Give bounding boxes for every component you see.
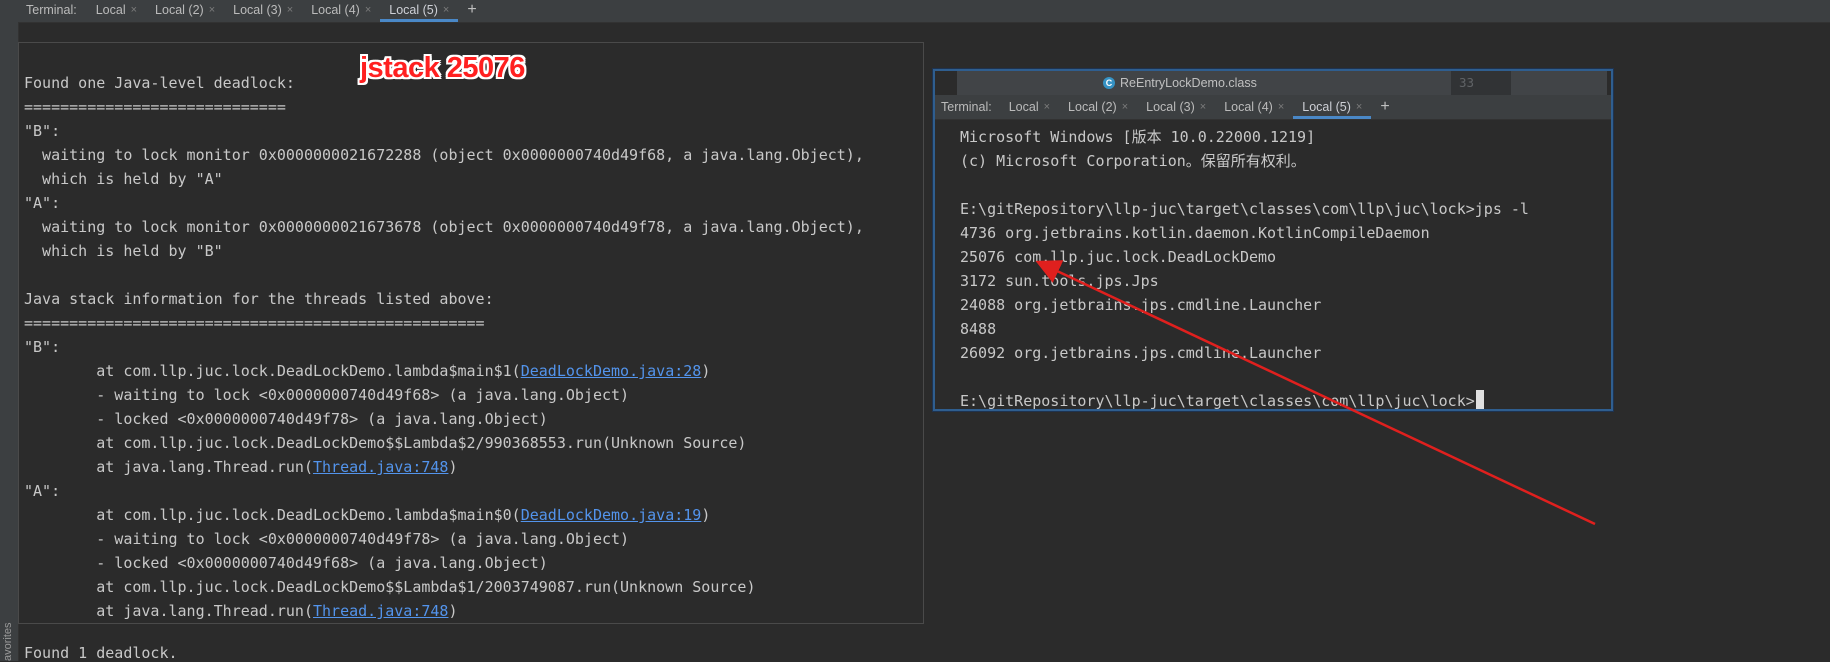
line-text: ) <box>448 602 458 620</box>
tab-local-3[interactable]: Local (3) × <box>1137 100 1215 119</box>
tab-label: Local (3) <box>1146 100 1195 114</box>
terminal-prompt-line[interactable]: E:\gitRepository\llp-juc\target\classes\… <box>960 389 1529 410</box>
file-tab-label: ReEntryLockDemo.class <box>1120 76 1257 90</box>
terminal-line: waiting to lock monitor 0x00000000216722… <box>24 146 864 164</box>
favorites-tool-label[interactable]: avorites <box>2 620 16 661</box>
inset-terminal-screenshot: C ReEntryLockDemo.class 33 Terminal: Loc… <box>933 69 1613 411</box>
inset-terminal-output[interactable]: Microsoft Windows [版本 10.0.22000.1219] (… <box>960 125 1529 410</box>
terminal-line: Java stack information for the threads l… <box>24 290 494 308</box>
left-tool-strip <box>0 22 19 661</box>
tab-label: Local (4) <box>311 3 360 17</box>
tab-label: Local (2) <box>155 3 204 17</box>
terminal-line: "A": <box>24 482 61 500</box>
terminal-line: at com.llp.juc.lock.DeadLockDemo.lambda$… <box>24 503 864 527</box>
tab-local-5[interactable]: Local (5) × <box>380 3 459 22</box>
source-link[interactable]: DeadLockDemo.java:28 <box>521 362 702 380</box>
tab-label: Local (5) <box>389 3 438 17</box>
terminal-line: "A": <box>24 194 61 212</box>
terminal-line: "B": <box>24 338 61 356</box>
close-icon[interactable]: × <box>287 4 293 16</box>
terminal-line: at java.lang.Thread.run(Thread.java:748) <box>24 455 864 479</box>
close-icon[interactable]: × <box>1356 101 1362 113</box>
tab-label: Local <box>1008 100 1039 114</box>
close-icon[interactable]: × <box>365 4 371 16</box>
tab-local-4[interactable]: Local (4) × <box>1215 100 1293 119</box>
tab-local-3[interactable]: Local (3) × <box>224 3 302 22</box>
tab-local[interactable]: Local × <box>1000 100 1059 119</box>
add-tab-icon[interactable]: + <box>458 1 485 22</box>
inset-terminal-tabbar: Terminal: Local × Local (2) × Local (3) × L… <box>935 95 1611 120</box>
tab-label: Local (3) <box>233 3 282 17</box>
line-text: at com.llp.juc.lock.DeadLockDemo.lambda$… <box>24 362 521 380</box>
terminal-line: - locked <0x0000000740d49f68> (a java.la… <box>24 554 548 572</box>
terminal-line: ============================= <box>24 98 286 116</box>
terminal-line: at com.llp.juc.lock.DeadLockDemo.lambda$… <box>24 359 864 383</box>
terminal-line: 4736 org.jetbrains.kotlin.daemon.KotlinC… <box>960 224 1430 242</box>
annotation-label: jstack 25076 <box>360 52 525 84</box>
line-text: at java.lang.Thread.run( <box>24 458 313 476</box>
terminal-line: - waiting to lock <0x0000000740d49f68> (… <box>24 386 630 404</box>
line-text: at com.llp.juc.lock.DeadLockDemo.lambda$… <box>24 506 521 524</box>
terminal-line: ========================================… <box>24 314 485 332</box>
terminal-label: Terminal: <box>26 3 77 17</box>
line-text: at java.lang.Thread.run( <box>24 602 313 620</box>
close-icon[interactable]: × <box>1278 101 1284 113</box>
tab-local-5[interactable]: Local (5) × <box>1293 100 1372 119</box>
terminal-line: "B": <box>24 122 61 140</box>
class-file-icon: C <box>1103 77 1115 89</box>
tab-label: Local (5) <box>1302 100 1351 114</box>
terminal-line: (c) Microsoft Corporation。保留所有权利。 <box>960 152 1306 170</box>
tab-local-2[interactable]: Local (2) × <box>146 3 224 22</box>
source-link[interactable]: Thread.java:748 <box>313 602 448 620</box>
line-text: ) <box>701 506 711 524</box>
line-text: ) <box>701 362 711 380</box>
terminal-line: 8488 <box>960 320 997 338</box>
add-tab-icon[interactable]: + <box>1371 98 1398 119</box>
terminal-tabbar: Terminal: Local × Local (2) × Local (3) × L… <box>0 0 1830 23</box>
line-number: 33 <box>1451 71 1511 95</box>
line-text: ) <box>448 458 458 476</box>
terminal-line: waiting to lock monitor 0x00000000216736… <box>24 218 864 236</box>
terminal-line: 3172 sun.tools.jps.Jps <box>960 272 1159 290</box>
terminal-output[interactable]: Found one Java-level deadlock: =========… <box>18 42 924 624</box>
terminal-line: E:\gitRepository\llp-juc\target\classes\… <box>960 200 1529 218</box>
terminal-line: which is held by "A" <box>24 170 223 188</box>
terminal-line: Microsoft Windows [版本 10.0.22000.1219] <box>960 128 1316 146</box>
terminal-line: which is held by "B" <box>24 242 223 260</box>
close-icon[interactable]: × <box>443 4 449 16</box>
terminal-line: 26092 org.jetbrains.jps.cmdline.Launcher <box>960 344 1322 362</box>
terminal-line: at com.llp.juc.lock.DeadLockDemo$$Lambda… <box>24 578 756 596</box>
close-icon[interactable]: × <box>209 4 215 16</box>
terminal-line: - locked <0x0000000740d49f78> (a java.la… <box>24 410 548 428</box>
close-icon[interactable]: × <box>1200 101 1206 113</box>
editor-file-tab: C ReEntryLockDemo.class 33 <box>957 71 1607 95</box>
terminal-line: Found 1 deadlock. <box>24 644 178 662</box>
close-icon[interactable]: × <box>131 4 137 16</box>
tab-label: Local <box>95 3 126 17</box>
close-icon[interactable]: × <box>1122 101 1128 113</box>
prompt-text: E:\gitRepository\llp-juc\target\classes\… <box>960 392 1475 410</box>
terminal-line: 24088 org.jetbrains.jps.cmdline.Launcher <box>960 296 1322 314</box>
tab-label: Local (2) <box>1068 100 1117 114</box>
tab-local-4[interactable]: Local (4) × <box>302 3 380 22</box>
terminal-label: Terminal: <box>941 100 992 114</box>
tab-label: Local (4) <box>1224 100 1273 114</box>
terminal-line: 25076 com.llp.juc.lock.DeadLockDemo <box>960 248 1277 266</box>
terminal-line: at com.llp.juc.lock.DeadLockDemo$$Lambda… <box>24 434 747 452</box>
source-link[interactable]: Thread.java:748 <box>313 458 448 476</box>
source-link[interactable]: DeadLockDemo.java:19 <box>521 506 702 524</box>
terminal-line: - waiting to lock <0x0000000740d49f78> (… <box>24 530 630 548</box>
file-tab-item[interactable]: C ReEntryLockDemo.class <box>1103 76 1257 90</box>
tab-local-2[interactable]: Local (2) × <box>1059 100 1137 119</box>
tab-local[interactable]: Local × <box>87 3 146 22</box>
text-cursor <box>1475 390 1484 409</box>
terminal-line: at java.lang.Thread.run(Thread.java:748) <box>24 599 864 623</box>
close-icon[interactable]: × <box>1044 101 1050 113</box>
